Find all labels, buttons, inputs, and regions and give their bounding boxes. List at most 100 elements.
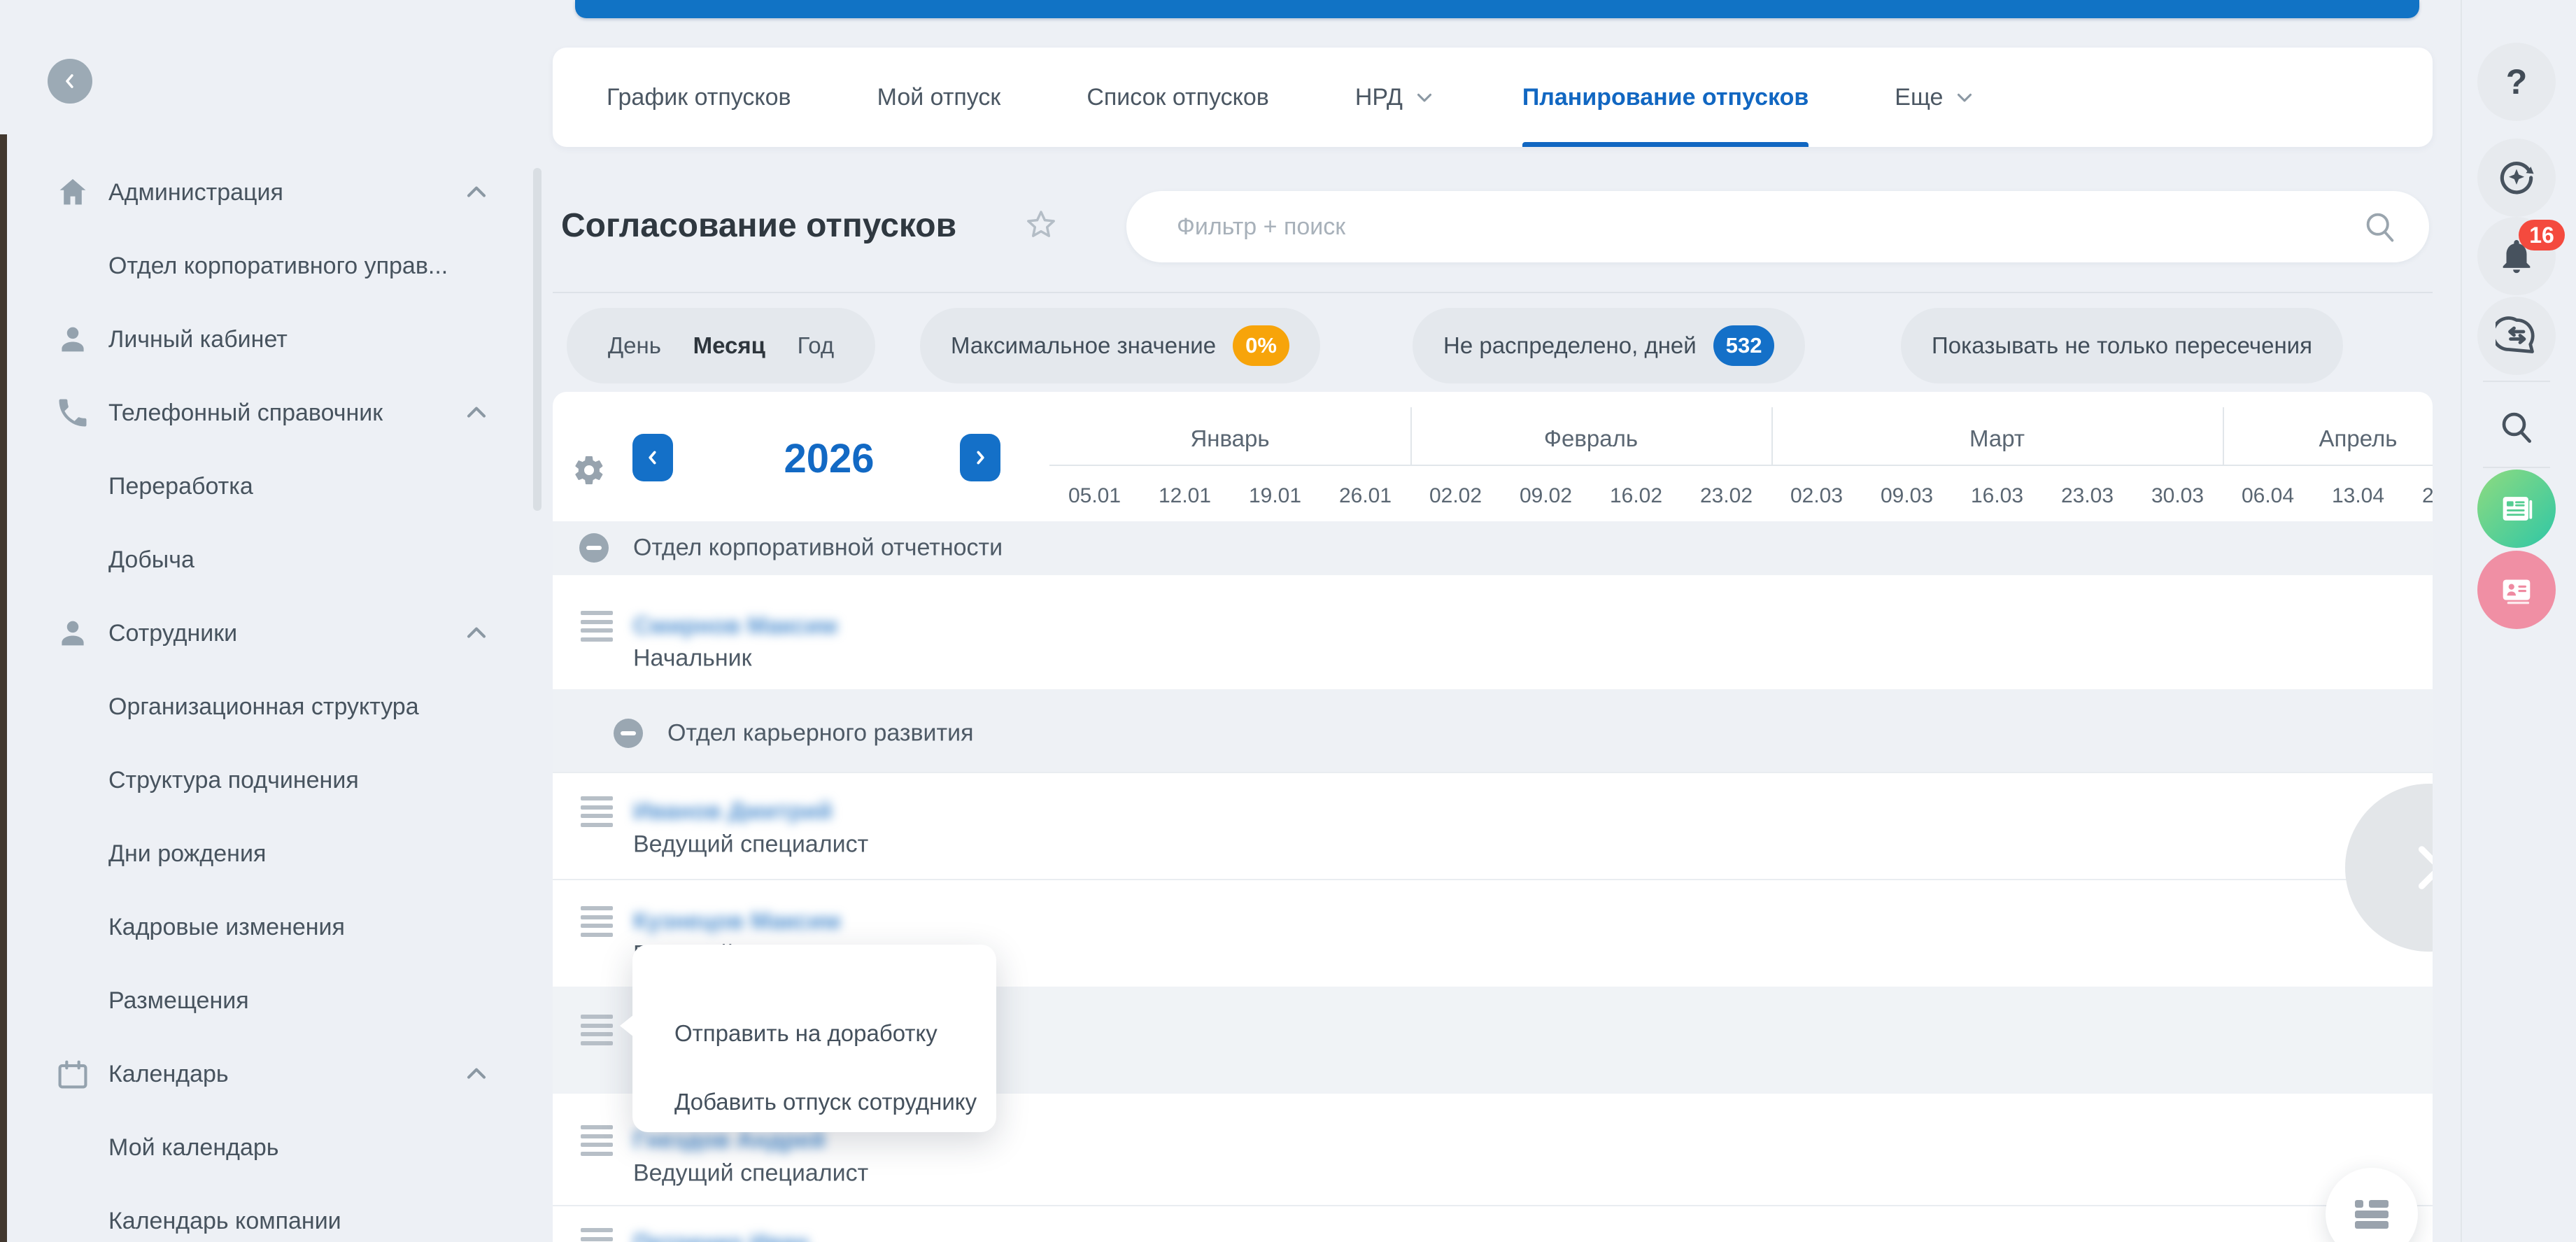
week-date-label: 23.02	[1700, 484, 1753, 508]
tab-label: Планирование отпусков	[1522, 84, 1809, 111]
employee-name-link[interactable]: Петренко Иван	[633, 1230, 809, 1242]
section-collapse-toggle[interactable]	[459, 1057, 494, 1092]
help-button[interactable]: ?	[2477, 43, 2556, 121]
pill-label: Максимальное значение	[951, 332, 1216, 359]
pill-badge: 532	[1713, 325, 1775, 366]
week-date-label: 16.02	[1610, 484, 1662, 508]
month-label: Январь	[1190, 425, 1269, 452]
right-rail-divider	[2461, 0, 2462, 1242]
sidebar-item-5[interactable]: Переработка	[0, 462, 518, 511]
context-menu-item-2[interactable]: Добавить отпуск сотруднику	[674, 1087, 977, 1117]
search-icon[interactable]	[2362, 209, 2398, 245]
sidebar-item-10[interactable]: Дни рождения	[0, 829, 518, 878]
sidebar-item-1[interactable]: Администрация	[0, 168, 518, 217]
month-header-divider	[1049, 465, 2433, 466]
week-date-label: 06.04	[2242, 484, 2294, 508]
chevron-up-icon	[461, 1059, 492, 1089]
sidebar-item-15[interactable]: Календарь компании	[0, 1197, 518, 1242]
row-menu-handle[interactable]	[581, 1015, 613, 1045]
section-collapse-toggle[interactable]	[459, 395, 494, 430]
employee-row	[553, 1205, 2433, 1242]
view-option-Месяц[interactable]: Месяц	[688, 332, 771, 359]
sidebar-item-13[interactable]: Календарь	[0, 1050, 518, 1099]
tab-4[interactable]: НРД	[1355, 48, 1436, 147]
view-option-День[interactable]: День	[602, 332, 667, 359]
chevron-up-icon	[461, 397, 492, 428]
sidebar-scrollbar[interactable]	[533, 168, 542, 511]
sidebar-item-3[interactable]: Личный кабинет	[0, 315, 518, 364]
sidebar-item-6[interactable]: Добыча	[0, 535, 518, 584]
chat-transfer-icon	[2496, 315, 2538, 357]
sidebar-item-12[interactable]: Размещения	[0, 976, 518, 1025]
month-label: Февраль	[1544, 425, 1638, 452]
row-menu-handle[interactable]	[581, 611, 613, 642]
sidebar-item-label: Календарь	[108, 1061, 229, 1088]
week-date-label: 09.03	[1881, 484, 1933, 508]
chevron-left-icon	[60, 71, 80, 91]
row-separator	[553, 1205, 2433, 1206]
sidebar-item-9[interactable]: Структура подчинения	[0, 756, 518, 805]
global-search-button[interactable]	[2477, 388, 2556, 466]
employee-name-link[interactable]: Смирнов Максим	[633, 613, 837, 640]
sidebar-item-label: Телефонный справочник	[108, 400, 383, 427]
employee-name-link[interactable]: Иванов Дмитрий	[633, 798, 833, 826]
contacts-button[interactable]	[2477, 551, 2556, 629]
sidebar-item-11[interactable]: Кадровые изменения	[0, 903, 518, 952]
question-mark-icon: ?	[2506, 62, 2528, 102]
previous-year-button[interactable]	[632, 434, 673, 481]
chevron-up-icon	[461, 618, 492, 649]
tab-2[interactable]: Мой отпуск	[877, 48, 1001, 147]
context-menu-item-1[interactable]: Отправить на доработку	[674, 1018, 937, 1049]
section-collapse-toggle[interactable]	[459, 616, 494, 651]
row-separator	[553, 772, 2433, 773]
week-date-label: 12.01	[1159, 484, 1211, 508]
sidebar-item-label: Отдел корпоративного управ...	[108, 253, 448, 280]
row-menu-handle[interactable]	[581, 1228, 613, 1242]
next-year-button[interactable]	[960, 434, 1000, 481]
row-menu-handle[interactable]	[581, 906, 613, 937]
row-separator	[553, 879, 2433, 880]
month-label: Апрель	[2319, 425, 2398, 452]
tab-3[interactable]: Список отпусков	[1087, 48, 1269, 147]
rail-separator	[2483, 467, 2550, 468]
filter-pill-1[interactable]: Максимальное значение0%	[920, 308, 1320, 383]
tab-6[interactable]: Еще	[1895, 48, 1976, 147]
sidebar-item-2[interactable]: Отдел корпоративного управ...	[0, 241, 518, 290]
search-input[interactable]	[1177, 213, 2296, 241]
sidebar-item-label: Переработка	[108, 473, 253, 500]
timeline-settings-gear-icon[interactable]	[572, 453, 606, 487]
section-collapse-toggle[interactable]	[459, 175, 494, 210]
favorite-star-icon[interactable]	[1023, 207, 1059, 244]
collapse-department-icon[interactable]	[579, 533, 609, 563]
view-option-Год[interactable]: Год	[792, 332, 840, 359]
id-card-icon	[2496, 570, 2537, 610]
collapse-department-icon[interactable]	[614, 719, 643, 748]
week-date-label: 05.01	[1068, 484, 1121, 508]
department-label: Отдел корпоративной отчетности	[633, 535, 1003, 562]
sidebar-item-4[interactable]: Телефонный справочник	[0, 388, 518, 437]
tab-1[interactable]: График отпусков	[607, 48, 791, 147]
tab-5[interactable]: Планирование отпусков	[1522, 48, 1809, 147]
sidebar-item-7[interactable]: Сотрудники	[0, 609, 518, 658]
row-menu-handle[interactable]	[581, 796, 613, 827]
filter-pill-2[interactable]: Не распределено, дней532	[1413, 308, 1805, 383]
filter-search-field[interactable]	[1126, 191, 2429, 262]
employee-position: Ведущий специалист	[633, 1160, 868, 1187]
news-feed-button[interactable]	[2477, 470, 2556, 548]
sidebar-item-label: Сотрудники	[108, 620, 237, 647]
timeline-year: 2026	[717, 435, 941, 482]
department-label: Отдел карьерного развития	[667, 720, 974, 747]
filter-pill-3[interactable]: Показывать не только пересечения	[1901, 308, 2343, 383]
sidebar-collapse-button[interactable]	[48, 59, 92, 104]
top-accent-bar	[575, 0, 2419, 18]
messages-button[interactable]	[2477, 297, 2556, 375]
sidebar-item-14[interactable]: Мой календарь	[0, 1123, 518, 1172]
employee-name-link[interactable]: Кузнецов Максим	[633, 908, 841, 936]
tab-label: Мой отпуск	[877, 84, 1001, 111]
row-menu-handle[interactable]	[581, 1125, 613, 1156]
sidebar-item-label: Кадровые изменения	[108, 914, 345, 941]
search-icon	[2497, 407, 2536, 446]
sidebar-item-8[interactable]: Организационная структура	[0, 682, 518, 731]
updates-button[interactable]	[2477, 139, 2556, 217]
month-label: Март	[1969, 425, 2025, 452]
